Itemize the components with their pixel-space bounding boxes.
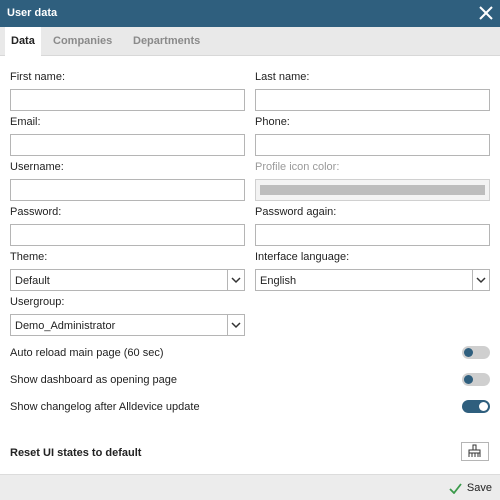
- footer-bar: Save: [0, 474, 500, 500]
- interface-language-value: English: [260, 275, 297, 287]
- toggle-label-auto-reload: Auto reload main page (60 sec): [10, 347, 164, 359]
- save-label: Save: [466, 482, 492, 494]
- tab-data[interactable]: Data: [5, 27, 41, 56]
- theme-value: Default: [15, 275, 50, 287]
- profile-icon-color-picker: [255, 179, 490, 201]
- usergroup-select[interactable]: Demo_Administrator: [10, 314, 245, 336]
- interface-language-label: Interface language:: [255, 251, 350, 263]
- email-field[interactable]: [10, 134, 245, 156]
- usergroup-label: Usergroup:: [10, 296, 65, 308]
- theme-select[interactable]: Default: [10, 269, 245, 291]
- color-swatch: [260, 185, 485, 195]
- chevron-down-icon[interactable]: [227, 315, 244, 335]
- first-name-field[interactable]: [10, 89, 245, 111]
- last-name-label: Last name:: [255, 71, 310, 83]
- reset-ui-label: Reset UI states to default: [10, 447, 142, 459]
- password-again-field[interactable]: [255, 224, 490, 246]
- email-label: Email:: [10, 116, 41, 128]
- phone-label: Phone:: [255, 116, 290, 128]
- toggle-label-dashboard: Show dashboard as opening page: [10, 374, 177, 386]
- chevron-down-icon[interactable]: [472, 270, 489, 290]
- checkmark-icon: [449, 483, 462, 494]
- chevron-down-icon[interactable]: [227, 270, 244, 290]
- password-field[interactable]: [10, 224, 245, 246]
- usergroup-value: Demo_Administrator: [15, 320, 116, 332]
- tab-bar: Data Companies Departments: [0, 27, 500, 56]
- auto-reload-toggle[interactable]: [462, 346, 490, 359]
- phone-field[interactable]: [255, 134, 490, 156]
- close-icon[interactable]: [478, 5, 494, 21]
- changelog-toggle[interactable]: [462, 400, 490, 413]
- dashboard-opening-toggle[interactable]: [462, 373, 490, 386]
- theme-label: Theme:: [10, 251, 48, 263]
- first-name-label: First name:: [10, 71, 66, 83]
- username-label: Username:: [10, 161, 64, 173]
- password-label: Password:: [10, 206, 62, 218]
- profile-icon-color-label: Profile icon color:: [255, 161, 340, 173]
- window-title: User data: [7, 7, 58, 19]
- toggle-label-changelog: Show changelog after Alldevice update: [10, 401, 200, 413]
- title-bar: User data: [0, 0, 500, 27]
- tab-departments[interactable]: Departments: [130, 27, 203, 56]
- tab-companies[interactable]: Companies: [50, 27, 115, 56]
- password-again-label: Password again:: [255, 206, 337, 218]
- last-name-field[interactable]: [255, 89, 490, 111]
- reset-ui-button[interactable]: [461, 442, 489, 461]
- save-button[interactable]: Save: [449, 475, 492, 500]
- broom-icon: [468, 444, 481, 457]
- interface-language-select[interactable]: English: [255, 269, 490, 291]
- username-field[interactable]: [10, 179, 245, 201]
